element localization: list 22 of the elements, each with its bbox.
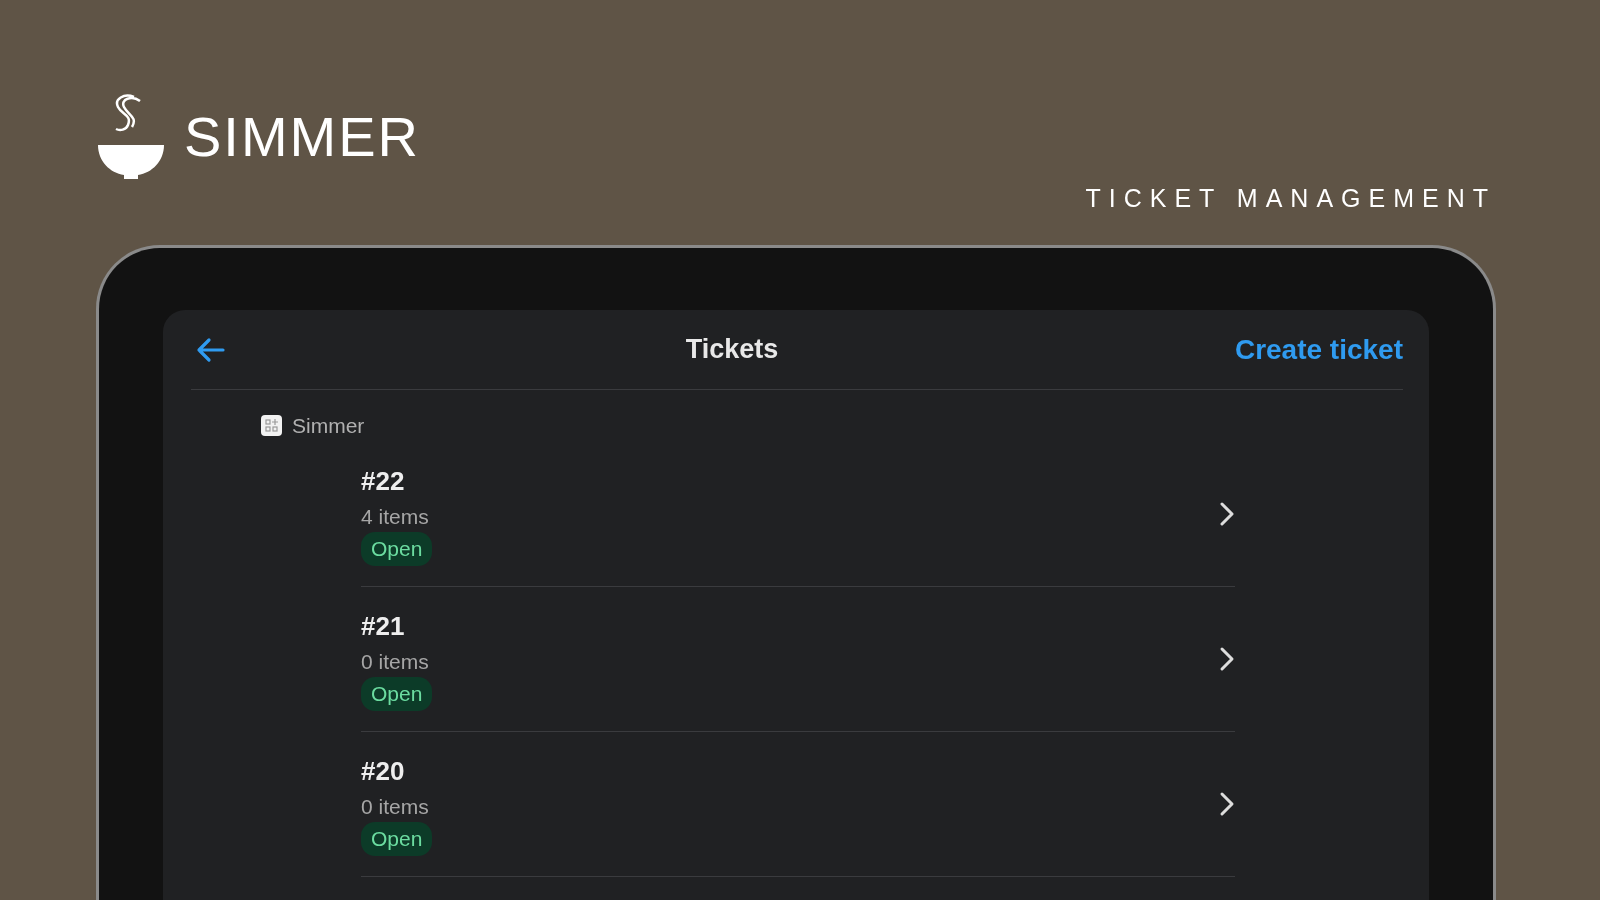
screen-title: Tickets bbox=[685, 333, 779, 367]
status-tag: Open bbox=[361, 532, 433, 566]
store-icon bbox=[261, 415, 282, 437]
status-tag: Open bbox=[361, 822, 433, 856]
ticket-row[interactable]: #21 0 items Open bbox=[361, 586, 1235, 732]
brand-name: SIMMER bbox=[184, 109, 420, 165]
ticket-number: #22 bbox=[361, 464, 405, 498]
item-count: 0 items bbox=[361, 793, 429, 820]
chevron-right-icon bbox=[1219, 645, 1235, 672]
ticket-row[interactable]: #22 4 items Open bbox=[361, 441, 1235, 587]
tagline: TICKET MANAGEMENT bbox=[1085, 183, 1496, 214]
ticket-row[interactable]: #20 0 items Open bbox=[361, 731, 1235, 877]
ticket-number: #20 bbox=[361, 754, 405, 788]
chevron-right-icon bbox=[1219, 500, 1235, 527]
chevron-right-icon bbox=[1219, 790, 1235, 817]
status-tag: Open bbox=[361, 677, 433, 711]
item-count: 0 items bbox=[361, 648, 429, 675]
group-label: Simmer bbox=[292, 413, 365, 439]
item-count: 4 items bbox=[361, 503, 429, 530]
ticket-number: #21 bbox=[361, 609, 405, 643]
create-ticket-link[interactable]: Create ticket bbox=[1234, 328, 1403, 371]
bowl-logo-icon bbox=[96, 93, 166, 181]
